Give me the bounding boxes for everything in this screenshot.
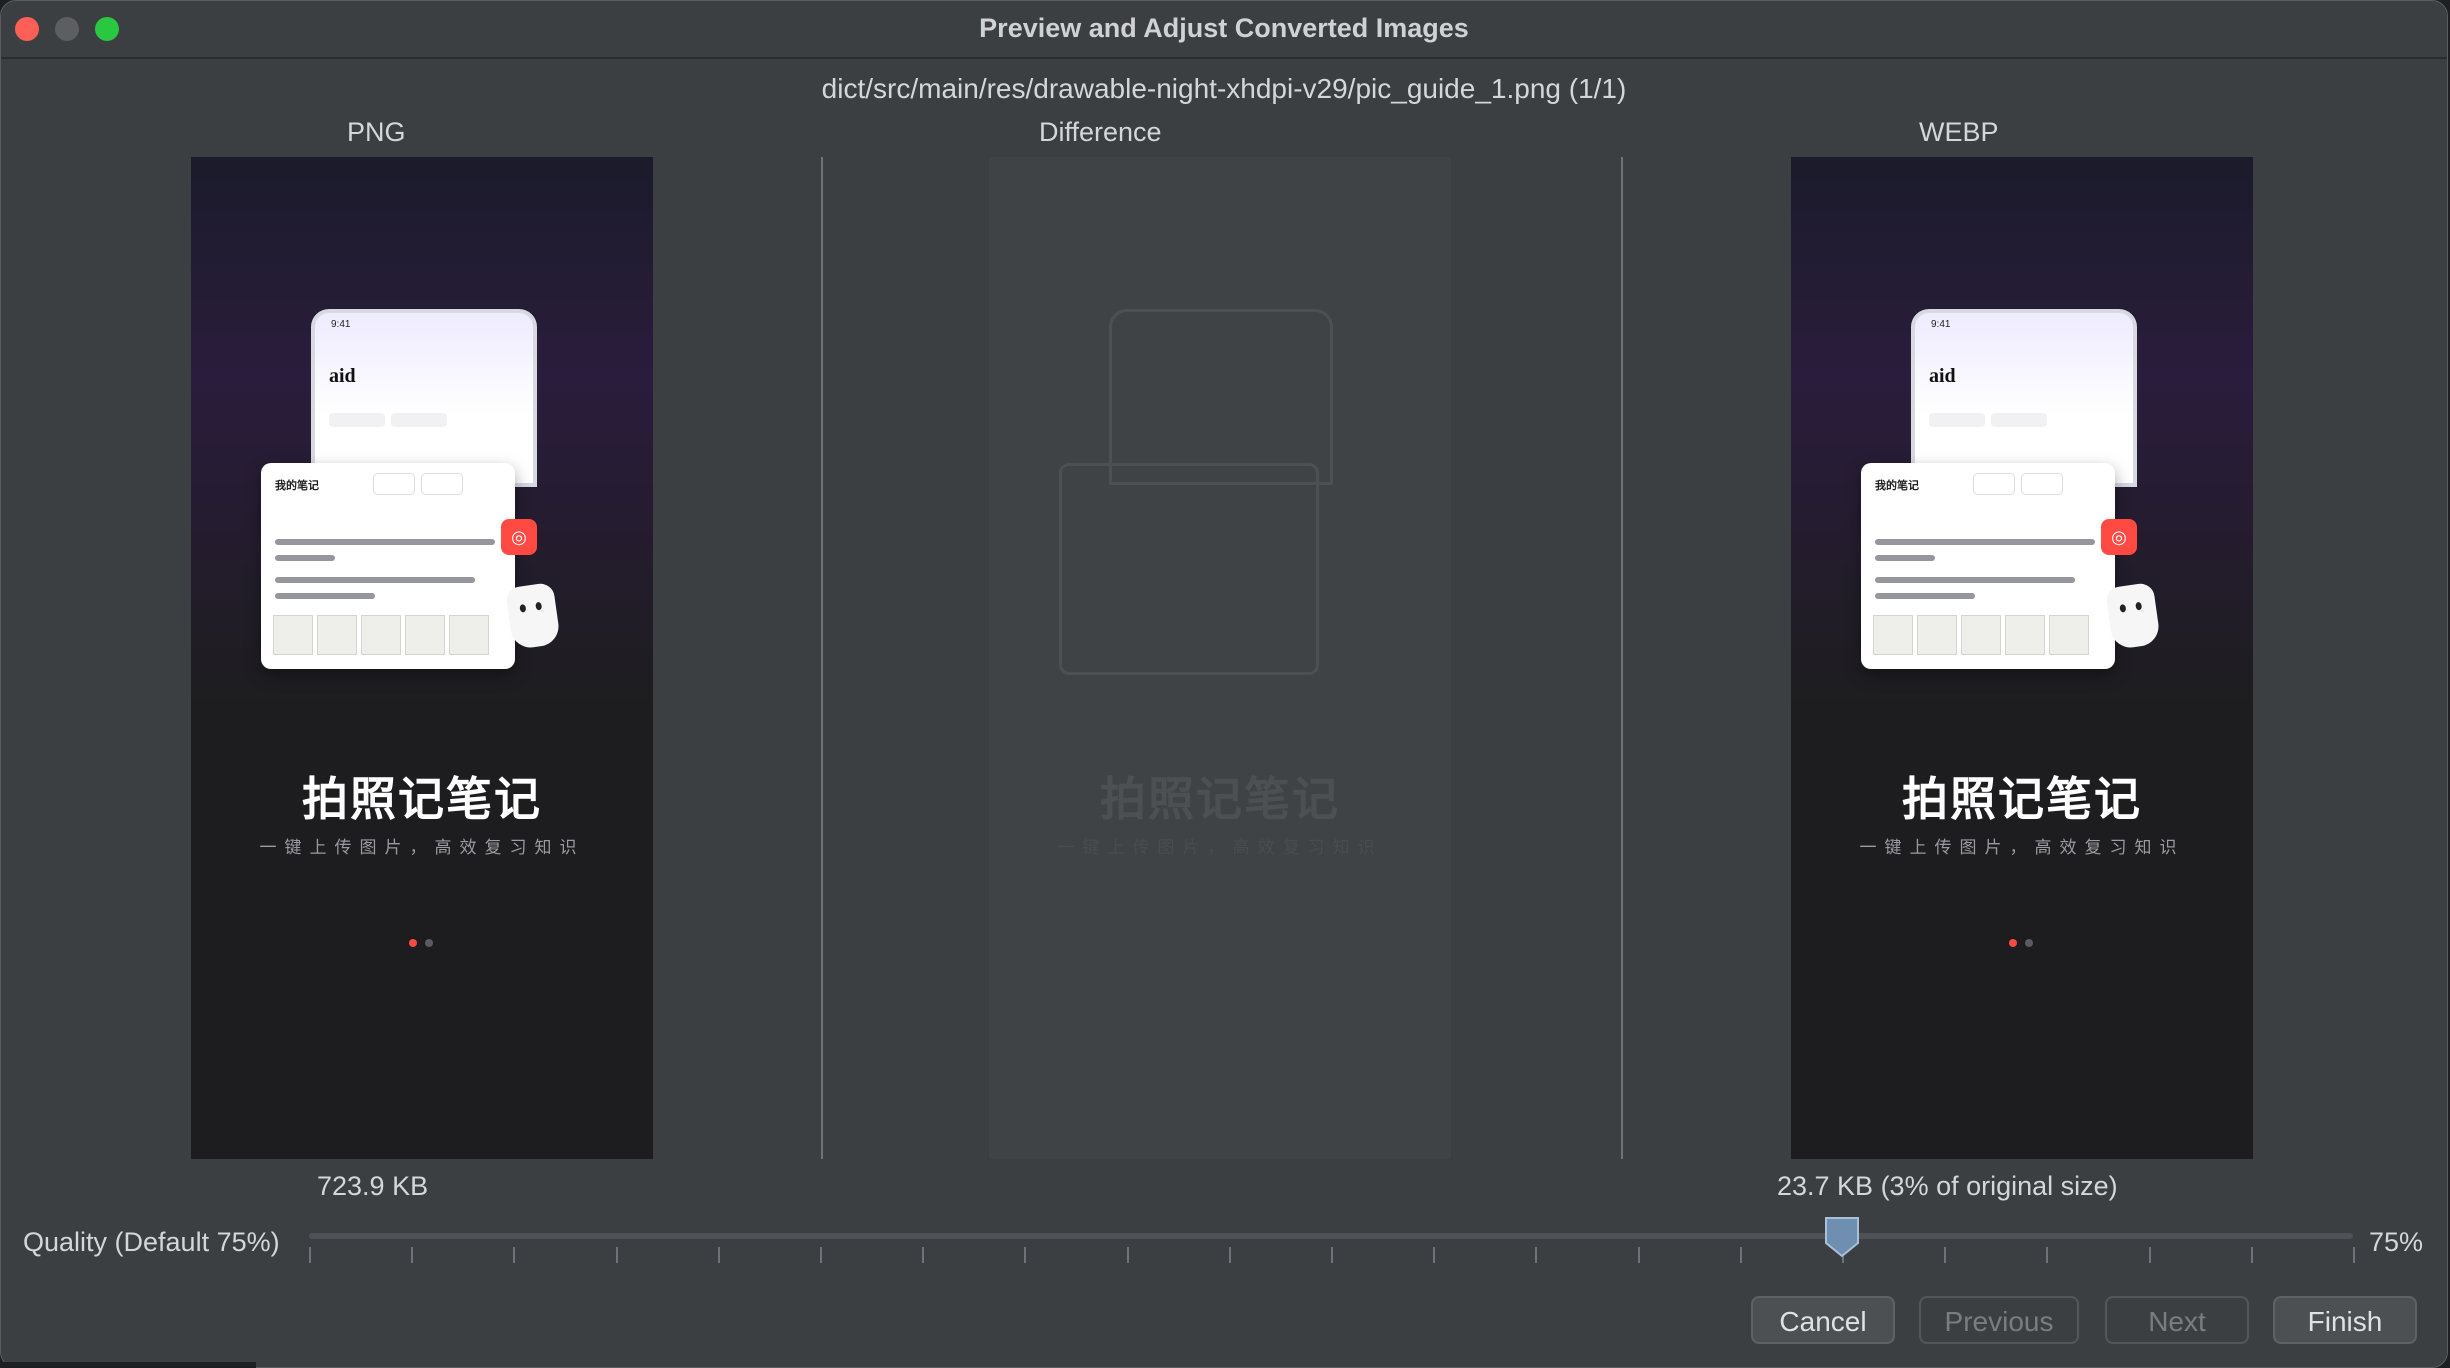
slider-tick xyxy=(513,1247,515,1263)
slider-tick xyxy=(1740,1247,1742,1263)
slider-tick xyxy=(2149,1247,2151,1263)
camera-icon: ◎ xyxy=(2101,519,2137,555)
page-dot-active xyxy=(409,939,417,947)
phone-word: aid xyxy=(1929,365,1956,387)
note-pill xyxy=(2021,473,2063,495)
note-thumb xyxy=(405,615,445,655)
note-thumb xyxy=(449,615,489,655)
title-bar: Preview and Adjust Converted Images xyxy=(1,1,2447,59)
diff-phone-outline xyxy=(1109,309,1333,485)
quality-value: 75% xyxy=(2368,1227,2423,1257)
note-line xyxy=(1875,577,2075,583)
phone-chip xyxy=(1991,413,2047,427)
slider-tick xyxy=(1229,1247,1231,1263)
slider-tick xyxy=(1331,1247,1333,1263)
png-preview-image: 9:41 aid 我的笔记 ◎ 拍照记笔记 一键上传图片，高效复习知识 xyxy=(191,157,653,1159)
diff-subline: 一键上传图片，高效复习知识 xyxy=(1057,838,1383,857)
note-thumb xyxy=(361,615,401,655)
note-line xyxy=(275,593,375,599)
webp-preview-image: 9:41 aid 我的笔记 ◎ 拍照记笔记 一键上传图片，高效复习知识 xyxy=(1791,157,2253,1159)
finish-button[interactable]: Finish xyxy=(2273,1296,2417,1344)
slider-tick xyxy=(616,1247,618,1263)
slider-tick xyxy=(1944,1247,1946,1263)
png-size-label: 723.9 KB xyxy=(317,1171,429,1201)
quality-slider[interactable] xyxy=(309,1233,2353,1239)
preview-headline: 拍照记笔记 xyxy=(302,773,542,825)
next-button[interactable]: Next xyxy=(2105,1296,2249,1344)
slider-tick xyxy=(1024,1247,1026,1263)
dialog-window: Preview and Adjust Converted Images dict… xyxy=(0,0,2448,1368)
slider-tick xyxy=(2251,1247,2253,1263)
note-card: 我的笔记 xyxy=(1861,463,2115,669)
previous-button[interactable]: Previous xyxy=(1919,1296,2079,1344)
background-strip xyxy=(0,1362,256,1368)
note-thumb xyxy=(1961,615,2001,655)
diff-headline: 拍照记笔记 xyxy=(1100,773,1340,825)
window-title: Preview and Adjust Converted Images xyxy=(979,13,1469,43)
phone-mockup: 9:41 aid xyxy=(311,309,537,487)
diff-card-outline xyxy=(1059,463,1319,675)
note-thumb xyxy=(2049,615,2089,655)
slider-tick xyxy=(411,1247,413,1263)
note-card-header: 我的笔记 xyxy=(1875,480,1919,492)
note-pill xyxy=(373,473,415,495)
slider-tick xyxy=(1127,1247,1129,1263)
phone-status-time: 9:41 xyxy=(1931,319,1951,330)
difference-column-label: Difference xyxy=(1039,117,1162,147)
note-pill xyxy=(1973,473,2015,495)
phone-word: aid xyxy=(329,365,356,387)
webp-size-label: 23.7 KB (3% of original size) xyxy=(1777,1171,2118,1201)
phone-chip xyxy=(391,413,447,427)
cancel-button[interactable]: Cancel xyxy=(1751,1296,1895,1344)
quality-label: Quality (Default 75%) xyxy=(23,1227,280,1257)
file-path-label: dict/src/main/res/drawable-night-xhdpi-v… xyxy=(821,73,1627,104)
slider-tick xyxy=(1638,1247,1640,1263)
column-divider xyxy=(1621,157,1623,1159)
phone-chip xyxy=(329,413,385,427)
phone-chip xyxy=(1929,413,1985,427)
note-card: 我的笔记 xyxy=(261,463,515,669)
slider-tick xyxy=(2046,1247,2048,1263)
slider-tick xyxy=(1535,1247,1537,1263)
note-thumb xyxy=(1873,615,1913,655)
note-thumb xyxy=(1917,615,1957,655)
slider-tick xyxy=(922,1247,924,1263)
preview-subline: 一键上传图片，高效复习知识 xyxy=(259,838,585,857)
note-line xyxy=(275,539,495,545)
camera-icon: ◎ xyxy=(501,519,537,555)
slider-tick xyxy=(309,1247,311,1263)
note-line xyxy=(1875,555,1935,561)
note-line xyxy=(1875,539,2095,545)
png-column-label: PNG xyxy=(347,117,406,147)
note-card-header: 我的笔记 xyxy=(275,480,319,492)
preview-headline: 拍照记笔记 xyxy=(1902,773,2142,825)
page-dot xyxy=(2025,939,2033,947)
slider-tick xyxy=(1433,1247,1435,1263)
slider-tick xyxy=(820,1247,822,1263)
phone-status-time: 9:41 xyxy=(331,319,351,330)
note-line xyxy=(275,555,335,561)
preview-subline: 一键上传图片，高效复习知识 xyxy=(1859,838,2185,857)
note-line xyxy=(1875,593,1975,599)
note-line xyxy=(275,577,475,583)
note-thumb xyxy=(273,615,313,655)
page-dot xyxy=(425,939,433,947)
note-thumb xyxy=(2005,615,2045,655)
difference-preview-image: 拍照记笔记 一键上传图片，高效复习知识 xyxy=(989,157,1451,1159)
note-thumb xyxy=(317,615,357,655)
slider-tick xyxy=(2353,1247,2355,1263)
webp-column-label: WEBP xyxy=(1919,117,1999,147)
column-divider xyxy=(821,157,823,1159)
note-pill xyxy=(421,473,463,495)
page-dot-active xyxy=(2009,939,2017,947)
slider-tick xyxy=(718,1247,720,1263)
quality-slider-thumb[interactable] xyxy=(1823,1215,1861,1259)
phone-mockup: 9:41 aid xyxy=(1911,309,2137,487)
